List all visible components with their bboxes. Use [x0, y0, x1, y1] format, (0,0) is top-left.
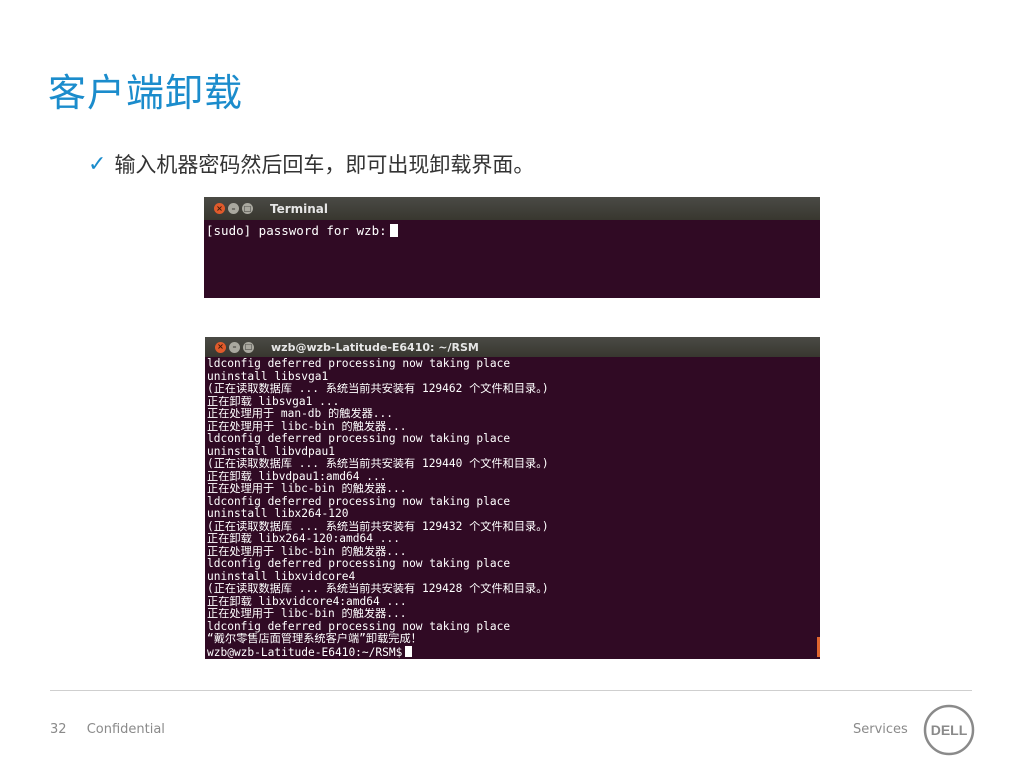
terminal-window-uninstall: × – □ wzb@wzb-Latitude-E6410: ~/RSM ldco…	[205, 337, 820, 659]
terminal-titlebar: × – □ Terminal	[204, 197, 820, 220]
maximize-icon[interactable]: □	[242, 203, 253, 214]
terminal-title: wzb@wzb-Latitude-E6410: ~/RSM	[271, 340, 479, 354]
terminal-prompt-line: wzb@wzb-Latitude-E6410:~/RSM$	[207, 645, 818, 658]
cursor	[389, 224, 398, 237]
close-icon[interactable]: ×	[215, 341, 226, 353]
confidential-label: Confidential	[86, 722, 165, 737]
cursor	[405, 645, 413, 657]
terminal-line: uninstall libxvidcore4	[207, 570, 356, 583]
terminal-line: 正在卸载 libsvga1 ...	[207, 395, 340, 408]
terminal-line: ldconfig deferred processing now taking …	[207, 433, 511, 445]
slide-title: 客户端卸载	[48, 71, 244, 115]
terminal-line: (正在读取数据库 ... 系统当前共安装有 129462 个文件和目录。)	[207, 383, 549, 395]
minimize-icon[interactable]: –	[229, 341, 240, 353]
terminal-title: Terminal	[270, 201, 329, 216]
scrollbar-indicator[interactable]	[817, 637, 820, 657]
terminal-line: uninstall libvdpau1	[207, 445, 335, 458]
maximize-icon[interactable]: □	[243, 341, 254, 353]
terminal-line: 正在处理用于 libc-bin 的触发器...	[207, 483, 407, 495]
terminal-line: uninstall libsvga1	[207, 370, 329, 383]
terminal-output[interactable]: ldconfig deferred processing now taking …	[205, 357, 820, 659]
terminal-line: 正在处理用于 libc-bin 的触发器...	[207, 420, 407, 433]
minimize-icon[interactable]: –	[228, 203, 239, 214]
terminal-line: 正在卸载 libx264-120:amd64 ...	[207, 533, 400, 545]
terminal-body[interactable]: [sudo] password for wzb:	[204, 220, 820, 242]
dell-logo: DELL	[923, 704, 975, 760]
terminal-line: 正在处理用于 man-db 的触发器...	[207, 408, 393, 420]
terminal-line: ldconfig deferred processing now taking …	[207, 558, 511, 570]
footer-left: 32 Confidential	[50, 722, 165, 737]
services-label: Services	[853, 722, 908, 737]
checkmark-icon: ✓	[88, 151, 107, 177]
close-icon[interactable]: ×	[214, 203, 225, 214]
dell-logo-icon: DELL	[923, 704, 975, 756]
terminal-line: ldconfig deferred processing now taking …	[207, 495, 511, 508]
svg-text:DELL: DELL	[931, 722, 968, 738]
terminal-line: uninstall libx264-120	[207, 508, 349, 520]
bullet-item: ✓ 输入机器密码然后回车，即可出现卸载界面。	[88, 149, 534, 179]
terminal-line: (正在读取数据库 ... 系统当前共安装有 129432 个文件和目录。)	[207, 520, 549, 533]
terminal-window-password: × – □ Terminal [sudo] password for wzb:	[204, 197, 820, 298]
terminal-line: (正在读取数据库 ... 系统当前共安装有 129440 个文件和目录。)	[207, 458, 549, 470]
terminal-line: 正在卸载 libxvidcore4:amd64 ...	[207, 595, 407, 608]
terminal-line: “戴尔零售店面管理系统客户端”卸载完成！	[207, 633, 422, 645]
terminal-line: 正在处理用于 libc-bin 的触发器...	[207, 608, 407, 620]
terminal-titlebar: × – □ wzb@wzb-Latitude-E6410: ~/RSM	[205, 337, 820, 357]
page-number: 32	[50, 722, 67, 737]
shell-prompt: wzb@wzb-Latitude-E6410:~/RSM$	[207, 645, 403, 658]
terminal-line: 正在卸载 libvdpau1:amd64 ...	[207, 470, 387, 483]
bullet-text: 输入机器密码然后回车，即可出现卸载界面。	[114, 153, 535, 177]
terminal-line: 正在处理用于 libc-bin 的触发器...	[207, 545, 407, 558]
footer-divider	[50, 690, 972, 691]
password-prompt: [sudo] password for wzb:	[206, 223, 387, 238]
terminal-line: ldconfig deferred processing now taking …	[207, 620, 511, 633]
terminal-line: (正在读取数据库 ... 系统当前共安装有 129428 个文件和目录。)	[207, 583, 549, 595]
terminal-line: ldconfig deferred processing now taking …	[207, 358, 511, 370]
